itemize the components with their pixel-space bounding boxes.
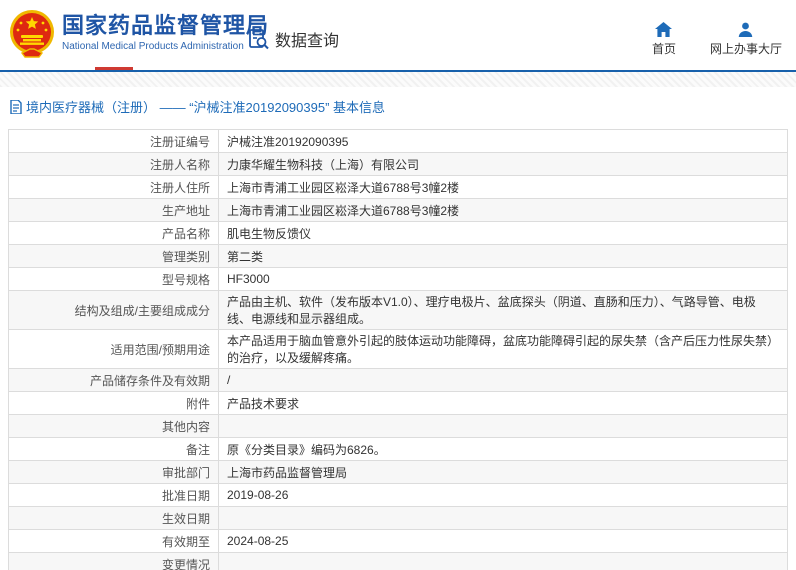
nav-label-home: 首页	[652, 40, 676, 57]
nav-item-service-hall[interactable]: 网上办事大厅	[710, 22, 782, 57]
row-label: 结构及组成/主要组成成分	[9, 291, 219, 330]
row-value	[219, 553, 788, 570]
table-row: 注册人住所上海市青浦工业园区崧泽大道6788号3幢2楼	[9, 176, 788, 199]
table-row: 附件产品技术要求	[9, 392, 788, 415]
row-label: 审批部门	[9, 461, 219, 484]
red-accent-bar	[95, 67, 133, 70]
row-label: 生产地址	[9, 199, 219, 222]
info-table-body: 注册证编号沪械注准20192090395注册人名称力康华耀生物科技（上海）有限公…	[9, 130, 788, 570]
row-value: 本产品适用于脑血管意外引起的肢体运动功能障碍，盆底功能障碍引起的尿失禁（含产后压…	[219, 330, 788, 369]
row-value: 产品由主机、软件（发布版本V1.0）、理疗电极片、盆底探头（阴道、直肠和压力）、…	[219, 291, 788, 330]
row-label: 变更情况	[9, 553, 219, 570]
table-row: 变更情况	[9, 553, 788, 570]
row-label: 生效日期	[9, 507, 219, 530]
table-row: 批准日期2019-08-26	[9, 484, 788, 507]
table-row: 有效期至2024-08-25	[9, 530, 788, 553]
row-label: 管理类别	[9, 245, 219, 268]
row-value: 第二类	[219, 245, 788, 268]
row-label: 注册证编号	[9, 130, 219, 153]
table-row: 产品名称肌电生物反馈仪	[9, 222, 788, 245]
registration-info-table: 注册证编号沪械注准20192090395注册人名称力康华耀生物科技（上海）有限公…	[8, 129, 788, 570]
row-label: 批准日期	[9, 484, 219, 507]
row-value: 肌电生物反馈仪	[219, 222, 788, 245]
nav-item-home[interactable]: 首页	[652, 22, 676, 57]
row-value: 上海市青浦工业园区崧泽大道6788号3幢2楼	[219, 176, 788, 199]
table-row: 备注原《分类目录》编码为6826。	[9, 438, 788, 461]
row-label: 产品储存条件及有效期	[9, 369, 219, 392]
table-row: 其他内容	[9, 415, 788, 438]
breadcrumb: 境内医疗器械（注册） —— “沪械注准20192090395” 基本信息	[0, 87, 796, 125]
row-value: HF3000	[219, 268, 788, 291]
row-value: 原《分类目录》编码为6826。	[219, 438, 788, 461]
person-icon	[738, 22, 753, 37]
row-value: 沪械注准20192090395	[219, 130, 788, 153]
table-row: 管理类别第二类	[9, 245, 788, 268]
site-header: 国家药品监督管理局 National Medical Products Admi…	[0, 0, 796, 70]
row-value: /	[219, 369, 788, 392]
table-row: 产品储存条件及有效期/	[9, 369, 788, 392]
table-row: 生效日期	[9, 507, 788, 530]
row-label: 附件	[9, 392, 219, 415]
document-icon	[10, 100, 22, 114]
table-row: 型号规格HF3000	[9, 268, 788, 291]
data-query-label: 数据查询	[275, 27, 339, 51]
table-row: 生产地址上海市青浦工业园区崧泽大道6788号3幢2楼	[9, 199, 788, 222]
row-label: 其他内容	[9, 415, 219, 438]
agency-name-zh: 国家药品监督管理局	[62, 13, 269, 39]
row-value	[219, 415, 788, 438]
row-label: 有效期至	[9, 530, 219, 553]
row-label: 备注	[9, 438, 219, 461]
header-nav: 首页 网上办事大厅	[652, 22, 782, 57]
agency-name-en: National Medical Products Administration	[62, 41, 269, 52]
row-label: 适用范围/预期用途	[9, 330, 219, 369]
row-label: 型号规格	[9, 268, 219, 291]
row-value: 上海市药品监督管理局	[219, 461, 788, 484]
hatched-band	[0, 72, 796, 87]
page-title: 境内医疗器械（注册） —— “沪械注准20192090395” 基本信息	[26, 97, 385, 116]
nav-label-service-hall: 网上办事大厅	[710, 40, 782, 57]
home-icon	[655, 22, 672, 37]
row-value: 2019-08-26	[219, 484, 788, 507]
registration-info-table-wrap: 注册证编号沪械注准20192090395注册人名称力康华耀生物科技（上海）有限公…	[8, 129, 788, 570]
row-label: 注册人名称	[9, 153, 219, 176]
table-row: 适用范围/预期用途本产品适用于脑血管意外引起的肢体运动功能障碍，盆底功能障碍引起…	[9, 330, 788, 369]
row-value	[219, 507, 788, 530]
row-value: 产品技术要求	[219, 392, 788, 415]
row-value: 2024-08-25	[219, 530, 788, 553]
row-value: 上海市青浦工业园区崧泽大道6788号3幢2楼	[219, 199, 788, 222]
table-row: 审批部门上海市药品监督管理局	[9, 461, 788, 484]
row-value: 力康华耀生物科技（上海）有限公司	[219, 153, 788, 176]
table-row: 注册证编号沪械注准20192090395	[9, 130, 788, 153]
data-query-icon	[248, 28, 270, 50]
table-row: 结构及组成/主要组成成分产品由主机、软件（发布版本V1.0）、理疗电极片、盆底探…	[9, 291, 788, 330]
agency-title-block: 国家药品监督管理局 National Medical Products Admi…	[62, 13, 269, 52]
row-label: 注册人住所	[9, 176, 219, 199]
data-query-section[interactable]: 数据查询	[248, 27, 339, 51]
row-label: 产品名称	[9, 222, 219, 245]
table-row: 注册人名称力康华耀生物科技（上海）有限公司	[9, 153, 788, 176]
national-emblem-logo	[8, 9, 56, 59]
